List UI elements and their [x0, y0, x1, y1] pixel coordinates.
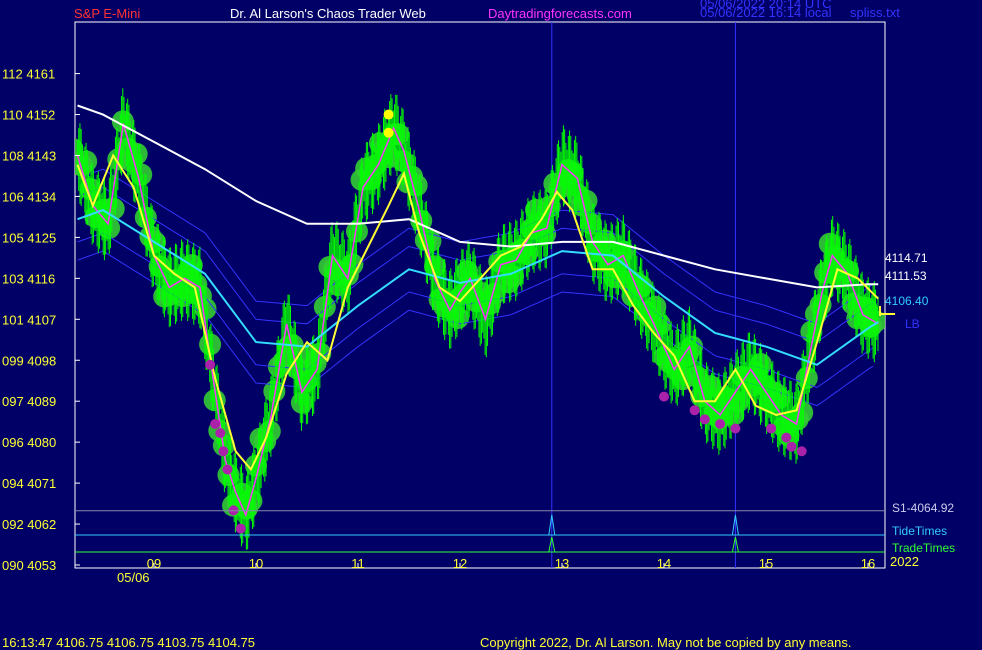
y-tick-label: 108 4143: [2, 149, 56, 164]
label-yellow-ma: 4111.53: [885, 269, 927, 283]
copyright: Copyright 2022, Dr. Al Larson. May not b…: [480, 635, 851, 650]
magenta-marker: [766, 423, 777, 434]
y-axis: 112 4161 110 4152 108 4143 106 4134 105 4125…: [2, 67, 80, 573]
x-axis: 09 10 11 12 13 14 15 16 05/06 2022: [117, 554, 919, 585]
magenta-marker: [659, 391, 669, 402]
label-white-ma: 4114.71: [885, 251, 928, 265]
y-tick-label: 105 4125: [2, 230, 56, 245]
yellow-marker: [383, 127, 394, 138]
symbol-title: S&P E-Mini: [74, 6, 140, 21]
yellow-marker: [383, 109, 394, 120]
magenta-marker: [730, 423, 741, 434]
y-tick-label: 101 4107: [2, 312, 56, 327]
x-tick-label: 09: [147, 556, 161, 571]
y-tick-label: 099 4098: [2, 353, 56, 368]
x-tick-label: 13: [555, 556, 569, 571]
author-title: Dr. Al Larson's Chaos Trader Web: [230, 6, 426, 21]
y-tick-label: 110 4152: [2, 108, 55, 123]
quote-line: 16:13:47 4106.75 4106.75 4103.75 4104.75: [2, 635, 255, 650]
magenta-marker: [715, 418, 726, 429]
magenta-marker: [235, 523, 246, 534]
magenta-marker: [218, 446, 229, 457]
x-tick-label: 16: [861, 556, 875, 571]
y-tick-label: 103 4116: [2, 271, 55, 286]
label-s1: S1-4064.92: [892, 501, 954, 515]
label-trade: TradeTimes: [892, 541, 955, 555]
magenta-marker: [786, 441, 797, 452]
x-tick-label: 10: [249, 556, 263, 571]
label-cyan-ma: 4106.40: [885, 294, 929, 308]
magenta-marker: [210, 418, 221, 429]
x-tick-label: 12: [453, 556, 467, 571]
markers: [205, 109, 807, 534]
y-tick-label: 094 4071: [2, 476, 56, 491]
year-label: 2022: [890, 554, 919, 569]
magenta-marker: [222, 464, 233, 475]
plot-area: [74, 21, 886, 569]
stamp-local: 05/06/2022 16:14 local: [700, 5, 832, 20]
x-tick-label: 14: [657, 556, 671, 571]
y-tick-label: 090 4053: [2, 558, 56, 573]
label-lb: LB: [905, 317, 920, 331]
x-tick-label: 11: [351, 556, 365, 571]
y-tick-label: 112 4161: [2, 67, 55, 82]
y-tick-label: 096 4080: [2, 435, 56, 450]
file-name: spliss.txt: [850, 5, 900, 20]
price-bars: [77, 88, 879, 550]
magenta-marker: [215, 428, 226, 439]
magenta-marker: [781, 432, 792, 443]
y-tick-label: 092 4062: [2, 517, 56, 532]
magenta-marker: [699, 414, 710, 425]
magenta-marker: [205, 359, 216, 370]
bottom-indicator-lines: [75, 510, 885, 553]
label-tide: TideTimes: [892, 524, 947, 538]
magenta-marker: [796, 446, 807, 457]
magenta-marker: [689, 405, 700, 416]
date-label: 05/06: [117, 570, 150, 585]
x-tick-label: 15: [759, 556, 773, 571]
site-link[interactable]: Daytradingforecasts.com: [488, 6, 632, 21]
right-labels: 4114.71 4111.53 4106.40 LB S1-4064.92 TideTim…: [879, 251, 955, 555]
y-tick-label: 097 4089: [2, 394, 56, 409]
chart: 112 4161 110 4152 108 4143 106 4134 105 4125…: [2, 0, 955, 650]
y-tick-label: 106 4134: [2, 189, 56, 204]
